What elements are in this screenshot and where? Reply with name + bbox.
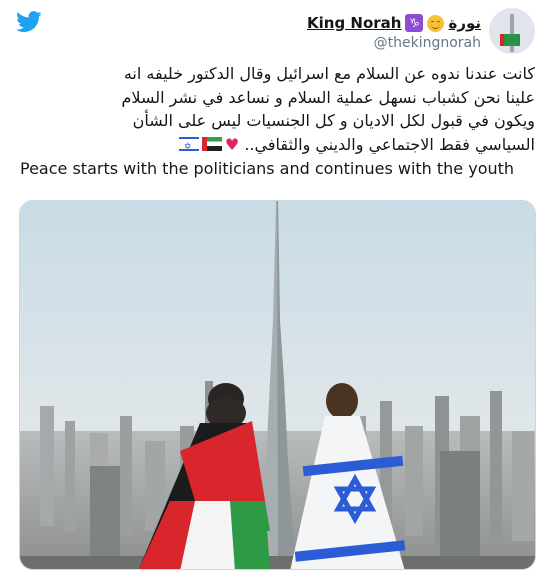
display-name-row[interactable]: King Norah ♑ نورة: [307, 14, 481, 32]
photo-image: [20, 201, 535, 569]
tweet-text: كانت عندنا ندوه عن السلام مع اسرائيل وقا…: [20, 62, 535, 181]
relieved-face-icon: [427, 14, 445, 32]
tweet-text-english: Peace starts with the politicians and co…: [20, 159, 515, 178]
red-heart-icon: ♥: [224, 134, 240, 154]
tweet-text-arabic-line-last: السياسي فقط الاجتماعي والديني والثقافي..…: [20, 133, 535, 160]
author-names: King Norah ♑ نورة @thekingnorah: [307, 8, 481, 51]
israel-flag-icon: [178, 136, 199, 160]
tweet-text-arabic-line: كانت عندنا ندوه عن السلام مع اسرائيل وقا…: [123, 64, 535, 83]
twitter-bird-icon[interactable]: [16, 11, 42, 33]
display-name[interactable]: King Norah: [307, 14, 401, 32]
tweet-text-arabic-line: السياسي فقط الاجتماعي والديني والثقافي..: [244, 134, 535, 154]
tweet-text-arabic-line: ويكون في قبول لكل الاديان و كل الجنسيات …: [132, 111, 535, 130]
tweet-text-arabic-line: علينا نحن كشباب نسهل عملية السلام و نساع…: [121, 87, 535, 107]
uae-flag-icon: [201, 137, 222, 152]
avatar-tower-graphic: [510, 14, 514, 52]
user-handle[interactable]: @thekingnorah: [307, 35, 481, 51]
tweet-photo[interactable]: [19, 200, 536, 570]
tweet-card: King Norah ♑ نورة @thekingnorah كانت عند…: [0, 0, 549, 570]
tweet-header: King Norah ♑ نورة @thekingnorah: [307, 8, 535, 54]
avatar[interactable]: [489, 8, 535, 54]
display-name-arabic[interactable]: نورة: [448, 14, 481, 32]
avatar-flag-graphic: [500, 34, 520, 46]
emoji-group: ♥: [178, 133, 240, 160]
capricorn-icon: ♑: [405, 14, 424, 32]
